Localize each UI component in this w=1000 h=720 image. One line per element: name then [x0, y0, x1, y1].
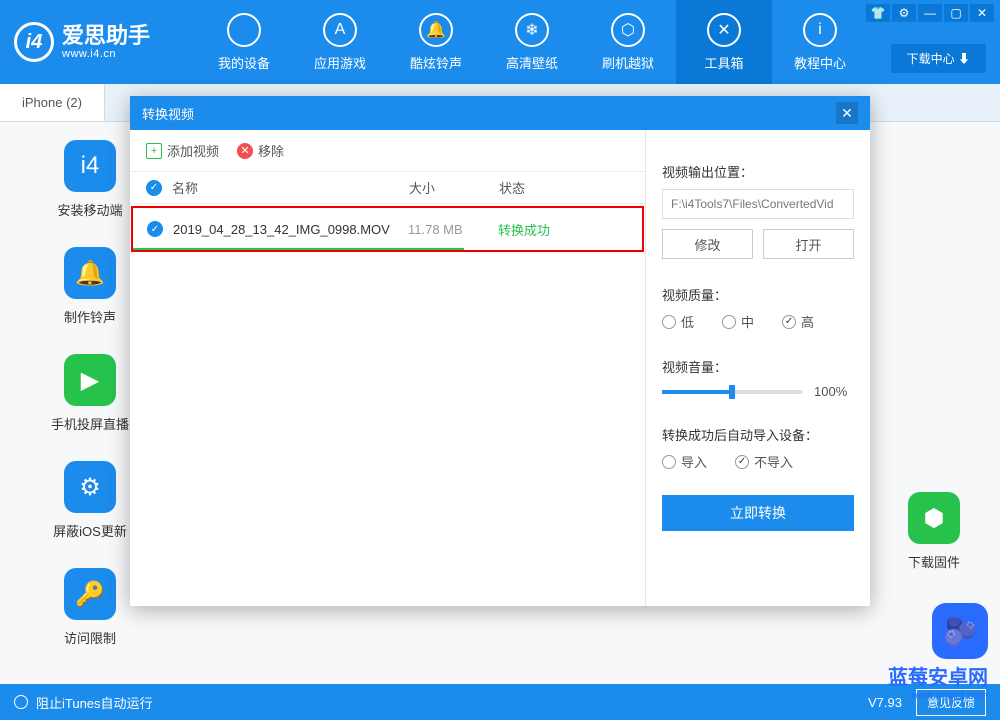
main-nav: 我的设备 A 应用游戏 🔔 酷炫铃声 ❄ 高清壁纸 ⬡ 刷机越狱 ✕ 工具箱 i 教程中心	[196, 0, 868, 84]
nav-label: 教程中心	[794, 53, 846, 72]
watermark: 🫐 蓝莓安卓网 www.lmkjst.com	[888, 603, 988, 702]
nav-label: 工具箱	[704, 53, 743, 72]
nav-wallpapers[interactable]: ❄ 高清壁纸	[484, 0, 580, 84]
quality-mid[interactable]: 中	[722, 312, 754, 331]
plus-icon: +	[146, 143, 162, 159]
nav-ringtones[interactable]: 🔔 酷炫铃声	[388, 0, 484, 84]
close-icon[interactable]: ✕	[970, 4, 994, 22]
col-name: 名称	[172, 178, 409, 197]
nav-label: 高清壁纸	[506, 53, 558, 72]
file-name: 2019_04_28_13_42_IMG_0998.MOV	[173, 222, 408, 237]
import-yes[interactable]: 导入	[662, 452, 707, 471]
download-center-button[interactable]: 下载中心 ⬇	[891, 44, 986, 73]
minimize-icon[interactable]: —	[918, 4, 942, 22]
modify-button[interactable]: 修改	[662, 229, 753, 259]
quality-high[interactable]: 高	[782, 312, 814, 331]
snowflake-icon: ❄	[515, 13, 549, 47]
radio-label: 低	[681, 312, 694, 331]
file-size: 11.78 MB	[408, 222, 498, 237]
bell-icon: 🔔	[64, 247, 116, 299]
button-label: 移除	[258, 141, 284, 160]
watermark-title: 蓝莓安卓网	[888, 661, 988, 690]
radio-icon	[662, 455, 676, 469]
tool-download-firmware[interactable]: ⬢ 下载固件	[908, 492, 960, 571]
radio-label: 不导入	[754, 452, 793, 471]
checkbox[interactable]: ✓	[147, 221, 163, 237]
output-path-field[interactable]: F:\i4Tools7\Files\ConvertedVid	[662, 189, 854, 219]
nav-apps-games[interactable]: A 应用游戏	[292, 0, 388, 84]
nav-toolbox[interactable]: ✕ 工具箱	[676, 0, 772, 84]
nav-label: 刷机越狱	[602, 53, 654, 72]
radio-icon	[662, 315, 676, 329]
col-status: 状态	[499, 178, 629, 197]
play-icon: ▶	[64, 354, 116, 406]
remove-icon: ✕	[237, 143, 253, 159]
tool-label: 制作铃声	[64, 307, 116, 326]
radio-icon	[782, 315, 796, 329]
settings-icon[interactable]: ⚙	[892, 4, 916, 22]
app-title: 爱思助手	[62, 24, 150, 48]
table-row[interactable]: ✓ 2019_04_28_13_42_IMG_0998.MOV 11.78 MB…	[131, 206, 644, 252]
convert-now-button[interactable]: 立即转换	[662, 495, 854, 531]
checkbox-all[interactable]: ✓	[146, 180, 162, 196]
import-no[interactable]: 不导入	[735, 452, 793, 471]
volume-label: 视频音量：	[662, 357, 854, 376]
quality-label: 视频质量：	[662, 285, 854, 304]
convert-video-dialog: 转换视频 ✕ + 添加视频 ✕ 移除 ✓ 名称 大小 状态 ✓ 2019_04_28…	[130, 96, 870, 606]
maximize-icon[interactable]: ▢	[944, 4, 968, 22]
volume-value: 100%	[814, 384, 847, 399]
radio-icon	[722, 315, 736, 329]
watermark-url: www.lmkjst.com	[888, 690, 988, 702]
box-icon: ⬡	[611, 13, 645, 47]
toggle-icon[interactable]	[14, 695, 28, 709]
quality-low[interactable]: 低	[662, 312, 694, 331]
radio-icon	[735, 455, 749, 469]
remove-button[interactable]: ✕ 移除	[237, 141, 284, 160]
open-button[interactable]: 打开	[763, 229, 854, 259]
info-icon: i	[803, 13, 837, 47]
tool-label: 手机投屏直播	[51, 414, 129, 433]
apple-icon	[227, 13, 261, 47]
dialog-close-button[interactable]: ✕	[836, 102, 858, 124]
bell-icon: 🔔	[419, 13, 453, 47]
nav-label: 应用游戏	[314, 53, 366, 72]
radio-label: 高	[801, 312, 814, 331]
tool-label: 下载固件	[908, 552, 960, 571]
tool-label: 安装移动端	[57, 200, 122, 219]
slider-thumb[interactable]	[729, 385, 735, 399]
volume-slider[interactable]	[662, 390, 802, 394]
nav-jailbreak[interactable]: ⬡ 刷机越狱	[580, 0, 676, 84]
auto-import-label: 转换成功后自动导入设备：	[662, 425, 854, 444]
nav-tutorials[interactable]: i 教程中心	[772, 0, 868, 84]
tools-icon: ✕	[707, 13, 741, 47]
radio-label: 中	[741, 312, 754, 331]
app-logo: i4 爱思助手 www.i4.cn	[0, 22, 196, 62]
table-header: ✓ 名称 大小 状态	[130, 172, 645, 204]
radio-label: 导入	[681, 452, 707, 471]
cube-icon: ⬢	[908, 492, 960, 544]
progress-bar	[133, 248, 464, 250]
nav-label: 我的设备	[218, 53, 270, 72]
tool-label: 访问限制	[64, 628, 116, 647]
window-controls: 👕 ⚙ — ▢ ✕	[866, 4, 994, 22]
apps-icon: A	[323, 13, 357, 47]
i4-icon: i4	[64, 140, 116, 192]
logo-icon: i4	[14, 22, 54, 62]
add-video-button[interactable]: + 添加视频	[146, 141, 219, 160]
tool-label: 屏蔽iOS更新	[53, 521, 127, 540]
blueberry-icon: 🫐	[932, 603, 988, 659]
file-status: 转换成功	[498, 220, 628, 239]
nav-my-device[interactable]: 我的设备	[196, 0, 292, 84]
dialog-title: 转换视频	[142, 104, 194, 123]
app-url: www.i4.cn	[62, 48, 150, 60]
skin-icon[interactable]: 👕	[866, 4, 890, 22]
gear-icon: ⚙	[64, 461, 116, 513]
output-location-label: 视频输出位置：	[662, 162, 854, 181]
tab-iphone[interactable]: iPhone (2)	[0, 84, 105, 121]
col-size: 大小	[409, 178, 499, 197]
block-itunes-label[interactable]: 阻止iTunes自动运行	[36, 693, 153, 712]
button-label: 添加视频	[167, 141, 219, 160]
nav-label: 酷炫铃声	[410, 53, 462, 72]
key-icon: 🔑	[64, 568, 116, 620]
